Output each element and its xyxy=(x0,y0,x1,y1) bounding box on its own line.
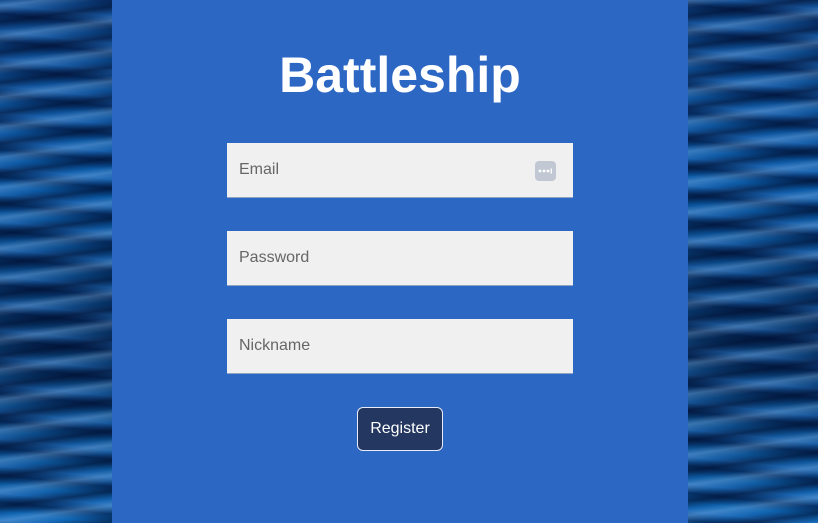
password-manager-icon[interactable] xyxy=(535,161,556,181)
page-title: Battleship xyxy=(279,47,521,103)
dots-icon xyxy=(538,168,552,174)
email-field[interactable] xyxy=(227,143,573,197)
nickname-field-container xyxy=(227,319,573,374)
password-field[interactable] xyxy=(227,231,573,285)
page-background: Battleship Register xyxy=(0,0,818,523)
register-panel: Battleship Register xyxy=(112,0,688,523)
password-field-container xyxy=(227,231,573,286)
register-button[interactable]: Register xyxy=(357,407,443,451)
nickname-field[interactable] xyxy=(227,319,573,373)
email-field-container xyxy=(227,143,573,198)
